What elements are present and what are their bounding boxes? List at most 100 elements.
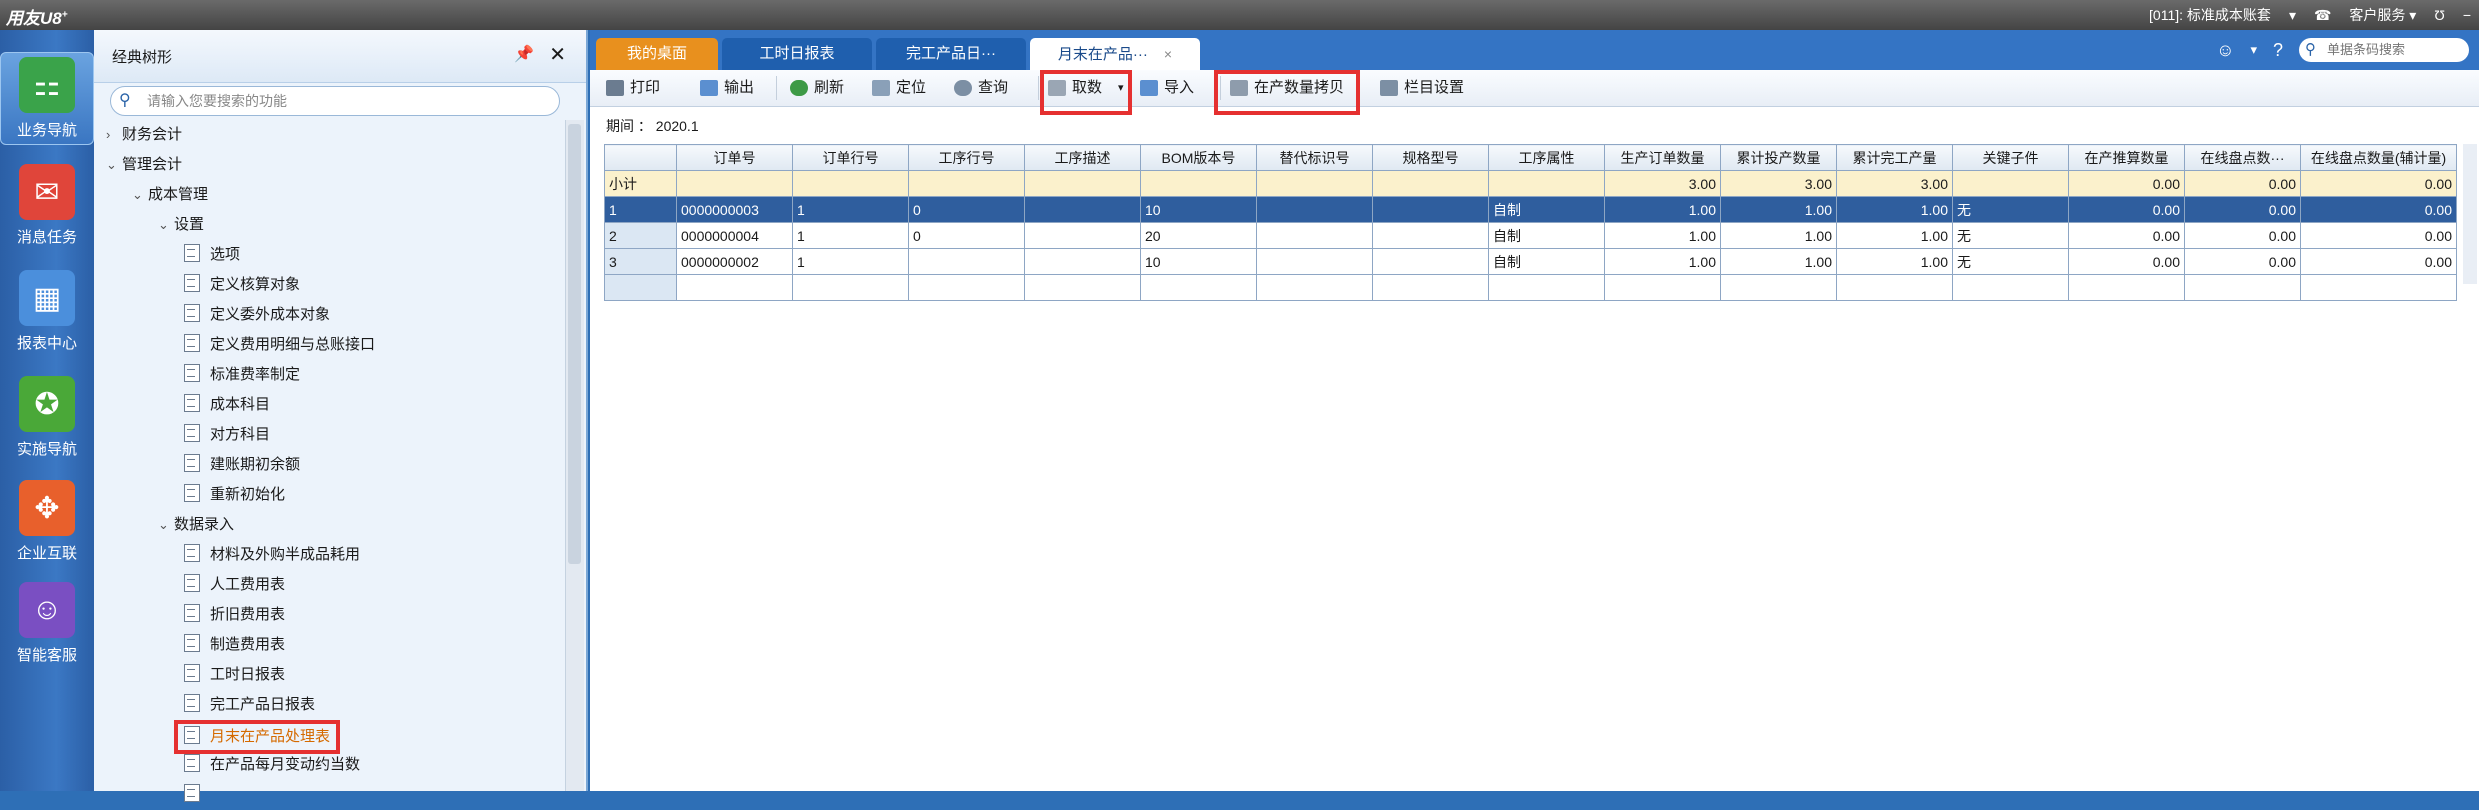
chevron-down-icon[interactable]: ▾ (2289, 7, 2296, 24)
grid-cell[interactable] (908, 170, 1025, 197)
column-header[interactable]: 关键子件 (1952, 144, 2069, 171)
tree-leaf-item[interactable]: 人工费用表 (184, 570, 285, 600)
grid-cell[interactable]: 0 (908, 196, 1025, 223)
row-header-cell[interactable]: 3 (604, 248, 677, 275)
grid-cell[interactable]: 0000000003 (676, 196, 793, 223)
tree-leaf-item[interactable]: 月末在产品处理表 (174, 720, 341, 754)
account-label[interactable]: [011]: 标准成本账套 (2149, 5, 2271, 25)
tab-month-end-wip[interactable]: 月末在产品··· × (1030, 38, 1200, 70)
pin-icon[interactable]: 📌 (514, 44, 534, 64)
grid-cell[interactable]: 1.00 (1604, 222, 1721, 249)
table-row[interactable]: 1 0000000003 1 0 10 自制 1.00 1.00 1.00 无 0.00 0.00 0.… (604, 196, 2457, 223)
grid-cell[interactable] (908, 248, 1025, 275)
grid-cell[interactable]: 自制 (1488, 222, 1605, 249)
grid-cell[interactable] (1256, 196, 1373, 223)
query-button[interactable]: 查询 (954, 74, 1008, 102)
grid-cell[interactable]: 1 (792, 248, 909, 275)
grid-cell[interactable]: 1.00 (1604, 196, 1721, 223)
row-header-cell[interactable]: 1 (604, 196, 677, 223)
column-header[interactable]: 在产推算数量 (2068, 144, 2185, 171)
column-header[interactable]: 在线盘点数量(辅计量) (2300, 144, 2457, 171)
grid-cell[interactable]: 3.00 (1836, 170, 1953, 197)
column-header[interactable]: 累计完工产量 (1836, 144, 1953, 171)
tree-folder-item[interactable]: ⌄ 设置 (158, 210, 204, 240)
grid-cell[interactable]: 0000000004 (676, 222, 793, 249)
nav-item-2[interactable]: ✉ 消息任务 (0, 164, 94, 247)
grid-cell[interactable]: 无 (1952, 222, 2069, 249)
column-settings-button[interactable]: 栏目设置 (1380, 74, 1464, 102)
grid-cell[interactable] (2300, 274, 2457, 301)
grid-cell[interactable]: 1.00 (1836, 196, 1953, 223)
grid-cell[interactable] (1952, 170, 2069, 197)
tree-leaf-item[interactable]: 标准费率制定 (184, 360, 300, 390)
grid-cell[interactable] (1836, 274, 1953, 301)
chevron-down-icon[interactable]: ⌄ (132, 180, 148, 210)
row-header-cell[interactable]: 2 (604, 222, 677, 249)
grid-cell[interactable] (1256, 274, 1373, 301)
grid-cell[interactable] (1140, 274, 1257, 301)
grid-cell[interactable]: 0 (908, 222, 1025, 249)
grid-cell[interactable] (1256, 222, 1373, 249)
grid-cell[interactable]: 无 (1952, 196, 2069, 223)
grid-cell[interactable] (1372, 196, 1489, 223)
column-header[interactable]: BOM版本号 (1140, 144, 1257, 171)
column-header[interactable]: 累计投产数量 (1720, 144, 1837, 171)
subtotal-row[interactable]: 小计 3.00 3.00 3.00 0.00 0.00 0.00 (604, 170, 2457, 197)
tree-folder-item[interactable]: ⌄ 数据录入 (158, 510, 234, 540)
grid-cell[interactable] (1720, 274, 1837, 301)
grid-cell[interactable]: 10 (1140, 196, 1257, 223)
grid-cell[interactable]: 0000000002 (676, 248, 793, 275)
grid-cell[interactable] (676, 274, 793, 301)
row-header-cell[interactable] (604, 274, 677, 301)
chevron-down-icon[interactable]: ⌄ (158, 510, 174, 540)
tab-work-hours-report[interactable]: 工时日报表 (722, 38, 872, 70)
grid-cell[interactable] (908, 274, 1025, 301)
grid-cell[interactable]: 0.00 (2184, 170, 2301, 197)
tree-folder-item[interactable]: ⌄ 管理会计 (106, 150, 182, 180)
grid-cell[interactable] (2068, 274, 2185, 301)
search-icon[interactable]: ⚲ (119, 90, 131, 110)
grid-cell[interactable] (1372, 222, 1489, 249)
grid-cell[interactable] (1372, 170, 1489, 197)
close-tab-icon[interactable]: × (1164, 46, 1172, 62)
tree-folder-item[interactable]: › 财务会计 (106, 120, 182, 150)
search-icon[interactable]: ⚲ (2305, 40, 2316, 58)
grid-cell[interactable]: 10 (1140, 248, 1257, 275)
grid-cell[interactable] (1604, 274, 1721, 301)
grid-cell[interactable]: 1 (792, 222, 909, 249)
tab-my-desktop[interactable]: 我的桌面 (596, 38, 718, 70)
grid-cell[interactable]: 3.00 (1604, 170, 1721, 197)
grid-cell[interactable] (1024, 274, 1141, 301)
grid-cell[interactable]: 1.00 (1720, 222, 1837, 249)
grid-cell[interactable]: 0.00 (2300, 170, 2457, 197)
grid-cell[interactable] (1952, 274, 2069, 301)
grid-cell[interactable]: 1 (792, 196, 909, 223)
u-icon[interactable]: Ʊ (2434, 7, 2444, 23)
grid-cell[interactable]: 0.00 (2184, 222, 2301, 249)
barcode-search-input[interactable] (2325, 41, 2469, 58)
grid-cell[interactable]: 1.00 (1836, 222, 1953, 249)
nav-item-3[interactable]: ▦ 报表中心 (0, 270, 94, 353)
grid-cell[interactable]: 0.00 (2184, 248, 2301, 275)
nav-item-4[interactable]: ✪ 实施导航 (0, 376, 94, 459)
column-header[interactable]: 订单行号 (792, 144, 909, 171)
column-header[interactable]: 替代标识号 (1256, 144, 1373, 171)
chevron-right-icon[interactable]: › (106, 120, 122, 150)
grid-cell[interactable] (1024, 196, 1141, 223)
row-header-cell[interactable]: 小计 (604, 170, 677, 197)
function-search-input[interactable] (145, 90, 549, 112)
grid-cell[interactable]: 3.00 (1720, 170, 1837, 197)
tree-leaf-item[interactable]: 完工产品日报表 (184, 690, 315, 720)
column-header[interactable]: 工序描述 (1024, 144, 1141, 171)
tree-leaf-item[interactable]: 选项 (184, 240, 240, 270)
column-header[interactable] (604, 144, 677, 171)
column-header[interactable]: 生产订单数量 (1604, 144, 1721, 171)
tree-leaf-item[interactable]: 在产品每月变动约当数 (184, 750, 360, 780)
help-icon[interactable]: ? (2273, 40, 2283, 61)
empty-row[interactable] (604, 274, 2457, 301)
grid-cell[interactable]: 0.00 (2300, 196, 2457, 223)
table-row[interactable]: 2 0000000004 1 0 20 自制 1.00 1.00 1.00 无 0.00 0.00 0.… (604, 222, 2457, 249)
grid-cell[interactable]: 0.00 (2068, 248, 2185, 275)
table-row[interactable]: 3 0000000002 1 10 自制 1.00 1.00 1.00 无 0.00 0.00 0.0… (604, 248, 2457, 275)
grid-cell[interactable]: 0.00 (2068, 222, 2185, 249)
